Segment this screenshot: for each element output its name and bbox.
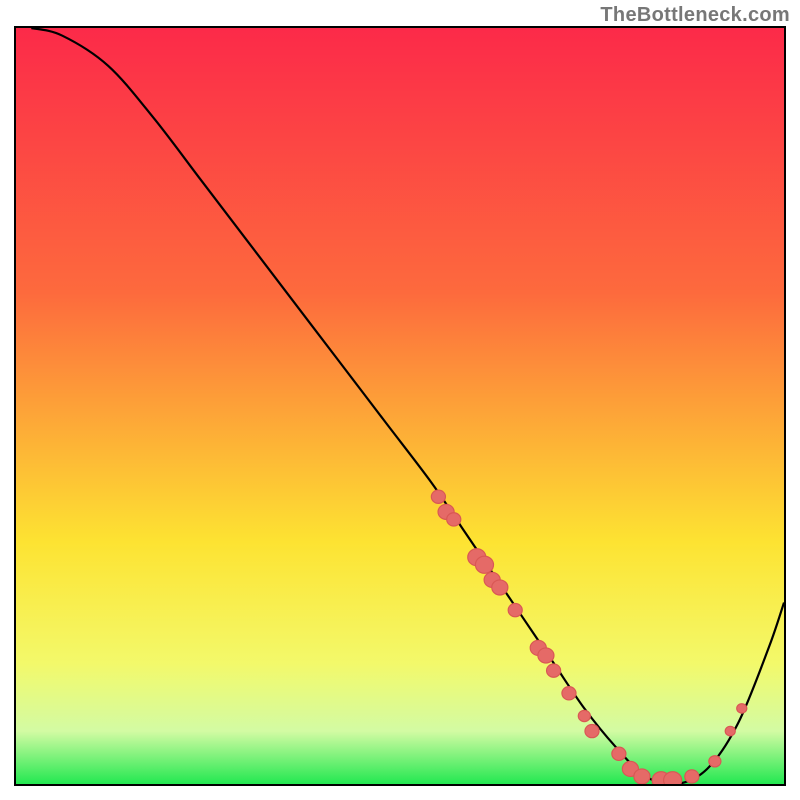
- curve-marker: [664, 772, 682, 784]
- curve-marker: [447, 513, 461, 526]
- gradient-background: [16, 28, 784, 784]
- curve-marker: [547, 664, 561, 677]
- chart-stage: TheBottleneck.com: [0, 0, 800, 800]
- curve-marker: [538, 648, 554, 663]
- curve-marker: [578, 710, 590, 721]
- curve-marker: [685, 770, 699, 783]
- chart-frame: [14, 26, 786, 786]
- curve-marker: [634, 769, 650, 784]
- curve-marker: [508, 603, 522, 616]
- attribution-text: TheBottleneck.com: [600, 4, 790, 27]
- chart-svg: [16, 28, 784, 784]
- curve-marker: [475, 556, 493, 573]
- curve-marker: [585, 724, 599, 737]
- curve-marker: [725, 726, 735, 736]
- curve-marker: [492, 580, 508, 595]
- curve-marker: [737, 704, 747, 714]
- curve-marker: [562, 687, 576, 700]
- curve-marker: [612, 747, 626, 760]
- curve-marker: [709, 756, 721, 767]
- curve-marker: [431, 490, 445, 503]
